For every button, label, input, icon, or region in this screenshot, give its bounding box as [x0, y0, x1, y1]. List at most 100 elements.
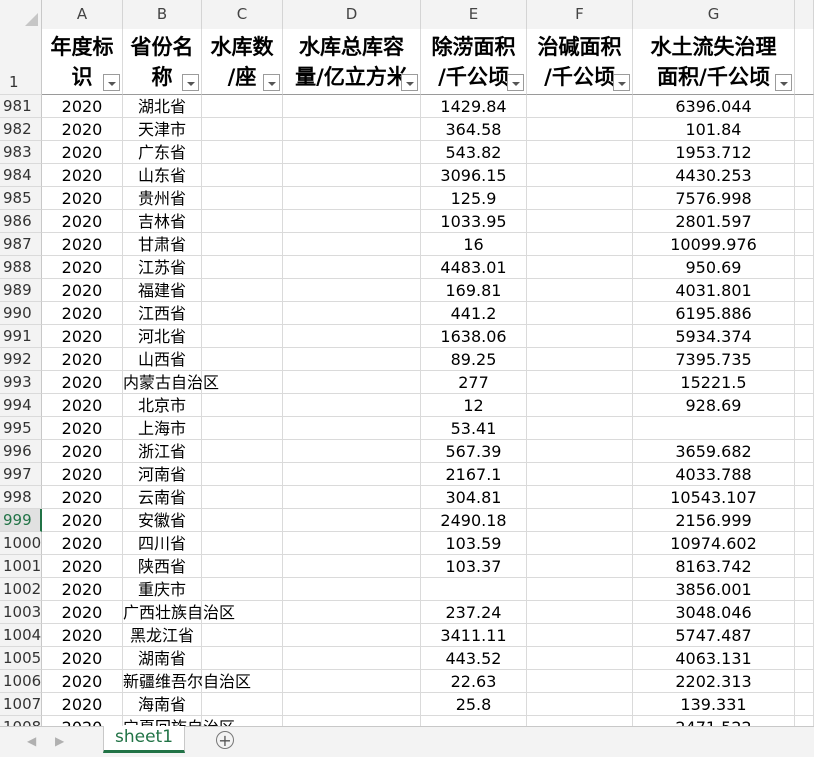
column-header-h[interactable] [795, 0, 814, 29]
table-cell[interactable] [202, 509, 283, 532]
table-cell[interactable]: 101.84 [633, 118, 795, 141]
table-cell[interactable]: 广东省 [123, 141, 202, 164]
table-cell[interactable] [283, 279, 421, 302]
table-cell[interactable]: 89.25 [421, 348, 527, 371]
filter-dropdown-icon[interactable] [507, 74, 524, 91]
column-header-d[interactable]: D [283, 0, 421, 29]
column-header-a[interactable]: A [42, 0, 123, 29]
table-cell[interactable] [527, 486, 633, 509]
table-cell[interactable] [795, 624, 814, 647]
table-cell[interactable] [527, 417, 633, 440]
table-cell[interactable] [527, 624, 633, 647]
table-cell[interactable] [202, 348, 283, 371]
table-cell[interactable] [795, 532, 814, 555]
table-cell[interactable] [795, 233, 814, 256]
table-cell[interactable]: 2020 [42, 371, 123, 394]
table-cell[interactable] [283, 210, 421, 233]
table-cell[interactable] [527, 440, 633, 463]
table-cell[interactable] [795, 210, 814, 233]
table-cell[interactable] [795, 486, 814, 509]
table-cell[interactable]: 4031.801 [633, 279, 795, 302]
table-cell[interactable]: 10974.602 [633, 532, 795, 555]
filter-dropdown-icon[interactable] [401, 74, 418, 91]
row-header[interactable]: 1006 [0, 670, 42, 693]
table-cell[interactable] [202, 486, 283, 509]
table-cell[interactable]: 新疆维吾尔自治区 [123, 670, 251, 693]
table-cell[interactable]: 江苏省 [123, 256, 202, 279]
table-cell[interactable]: 2020 [42, 141, 123, 164]
table-cell[interactable] [527, 716, 633, 726]
add-sheet-button[interactable]: + [216, 731, 234, 749]
table-cell[interactable] [527, 601, 633, 624]
row-header[interactable]: 990 [0, 302, 42, 325]
table-cell[interactable]: 2020 [42, 601, 123, 624]
table-cell[interactable] [795, 578, 814, 601]
table-cell[interactable] [283, 555, 421, 578]
table-cell[interactable] [527, 256, 633, 279]
table-cell[interactable]: 950.69 [633, 256, 795, 279]
table-cell[interactable] [795, 95, 814, 118]
row-header[interactable]: 984 [0, 164, 42, 187]
table-cell[interactable] [202, 164, 283, 187]
table-cell[interactable] [283, 693, 421, 716]
table-cell[interactable] [283, 670, 421, 693]
table-cell[interactable] [795, 463, 814, 486]
table-cell[interactable]: 江西省 [123, 302, 202, 325]
table-cell[interactable] [795, 601, 814, 624]
table-cell[interactable] [202, 325, 283, 348]
table-cell[interactable]: 重庆市 [123, 578, 202, 601]
table-cell[interactable] [527, 302, 633, 325]
table-cell[interactable]: 2202.313 [633, 670, 795, 693]
table-cell[interactable] [795, 141, 814, 164]
table-cell[interactable] [527, 279, 633, 302]
table-cell[interactable]: 上海市 [123, 417, 202, 440]
table-cell[interactable] [527, 233, 633, 256]
table-cell[interactable] [795, 256, 814, 279]
table-cell[interactable] [527, 348, 633, 371]
table-cell[interactable]: 天津市 [123, 118, 202, 141]
table-cell[interactable] [202, 233, 283, 256]
table-cell[interactable]: 1638.06 [421, 325, 527, 348]
table-cell[interactable] [202, 555, 283, 578]
table-cell[interactable]: 山西省 [123, 348, 202, 371]
table-cell[interactable]: 5934.374 [633, 325, 795, 348]
table-cell[interactable]: 2020 [42, 325, 123, 348]
table-cell[interactable]: 25.8 [421, 693, 527, 716]
row-header[interactable]: 1005 [0, 647, 42, 670]
table-cell[interactable]: 福建省 [123, 279, 202, 302]
header-cell-f[interactable]: 治碱面积 /千公顷 [527, 29, 633, 95]
table-cell[interactable]: 1429.84 [421, 95, 527, 118]
table-cell[interactable]: 125.9 [421, 187, 527, 210]
table-cell[interactable] [283, 440, 421, 463]
table-cell[interactable]: 3048.046 [633, 601, 795, 624]
row-header[interactable]: 987 [0, 233, 42, 256]
table-cell[interactable] [527, 371, 633, 394]
table-cell[interactable]: 53.41 [421, 417, 527, 440]
table-cell[interactable] [795, 509, 814, 532]
table-cell[interactable] [527, 463, 633, 486]
table-cell[interactable] [795, 555, 814, 578]
table-cell[interactable]: 7576.998 [633, 187, 795, 210]
table-cell[interactable]: 139.331 [633, 693, 795, 716]
table-cell[interactable]: 364.58 [421, 118, 527, 141]
table-cell[interactable] [283, 532, 421, 555]
table-cell[interactable] [527, 164, 633, 187]
table-cell[interactable]: 169.81 [421, 279, 527, 302]
table-cell[interactable]: 海南省 [123, 693, 202, 716]
table-cell[interactable] [795, 302, 814, 325]
table-cell[interactable] [202, 95, 283, 118]
header-cell-g[interactable]: 水土流失治理 面积/千公顷 [633, 29, 795, 95]
row-header[interactable]: 1002 [0, 578, 42, 601]
tab-scroll-left-icon[interactable]: ◀ [27, 734, 36, 748]
table-cell[interactable]: 2020 [42, 210, 123, 233]
row-header[interactable]: 993 [0, 371, 42, 394]
table-cell[interactable]: 云南省 [123, 486, 202, 509]
table-cell[interactable] [283, 371, 421, 394]
table-cell[interactable] [795, 164, 814, 187]
table-cell[interactable] [202, 463, 283, 486]
table-cell[interactable]: 吉林省 [123, 210, 202, 233]
table-cell[interactable] [283, 164, 421, 187]
table-cell[interactable]: 1033.95 [421, 210, 527, 233]
table-cell[interactable] [527, 141, 633, 164]
table-cell[interactable]: 2020 [42, 463, 123, 486]
